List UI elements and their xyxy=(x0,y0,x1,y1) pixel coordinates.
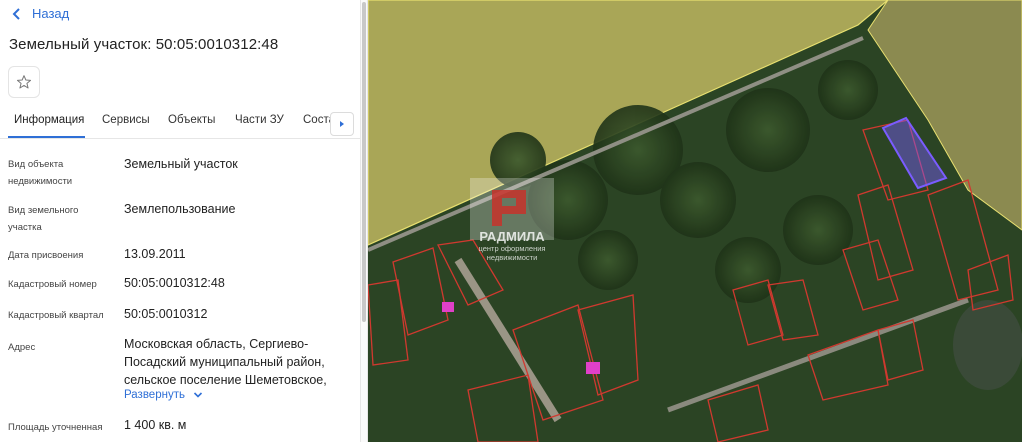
chevron-left-icon xyxy=(12,7,20,20)
back-label[interactable]: Назад xyxy=(32,6,69,21)
chevron-down-icon xyxy=(193,392,203,398)
assign-date-label: Дата присвоения xyxy=(8,250,84,261)
object-type-label: Вид объекта недвижимости xyxy=(8,159,73,187)
area-label: Площадь уточненная xyxy=(8,422,103,433)
triangle-right-icon xyxy=(340,121,344,127)
highlight-parcel[interactable] xyxy=(586,362,600,374)
tab-objects[interactable]: Объекты xyxy=(168,114,215,126)
cadastral-number-value: 50:05:0010312:48 xyxy=(124,276,225,290)
cadastral-number-label: Кадастровый номер xyxy=(8,279,97,290)
back-link[interactable]: Назад xyxy=(10,6,69,21)
watermark: РАДМИЛА центр оформления недвижимости xyxy=(470,178,554,262)
tab-info[interactable]: Информация xyxy=(14,114,84,126)
favorite-button[interactable] xyxy=(8,66,40,98)
info-panel: Назад Земельный участок: 50:05:0010312:4… xyxy=(0,0,360,442)
panel-scrollbar[interactable] xyxy=(360,0,368,442)
highlight-parcel[interactable] xyxy=(442,302,454,312)
cadastral-quarter-value: 50:05:0010312 xyxy=(124,307,208,321)
land-type-value: Землепользование xyxy=(124,202,236,216)
tab-overflow: Соста xyxy=(300,108,330,138)
svg-text:недвижимости: недвижимости xyxy=(487,253,538,262)
area-value: 1 400 кв. м xyxy=(124,418,187,432)
satellite-map[interactable]: РАДМИЛА центр оформления недвижимости xyxy=(368,0,1022,442)
assign-date-value: 13.09.2011 xyxy=(124,247,186,261)
active-tab-indicator xyxy=(8,136,85,138)
tabs-next-button[interactable] xyxy=(330,112,354,136)
object-type-value: Земельный участок xyxy=(124,157,238,171)
star-icon xyxy=(16,75,32,89)
tab-parts[interactable]: Части ЗУ xyxy=(235,114,284,126)
cadastral-quarter-label: Кадастровый квартал xyxy=(8,310,104,321)
scrollbar-thumb[interactable] xyxy=(362,2,366,322)
tab-composition[interactable]: Соста xyxy=(303,114,330,126)
pond xyxy=(953,300,1022,390)
tab-services[interactable]: Сервисы xyxy=(102,114,150,126)
page-title: Земельный участок: 50:05:0010312:48 xyxy=(9,36,279,53)
svg-text:центр оформления: центр оформления xyxy=(479,244,546,253)
map-view[interactable]: РАДМИЛА центр оформления недвижимости xyxy=(368,0,1022,442)
land-type-label: Вид земельного участка xyxy=(8,205,79,233)
svg-text:РАДМИЛА: РАДМИЛА xyxy=(479,229,545,244)
expand-address-link[interactable]: Развернуть xyxy=(124,389,204,401)
address-label: Адрес xyxy=(8,342,36,353)
address-value: Московская область, Сергиево- Посадский … xyxy=(124,337,327,387)
tab-bar: Информация Сервисы Объекты Части ЗУ Сост… xyxy=(0,108,360,139)
